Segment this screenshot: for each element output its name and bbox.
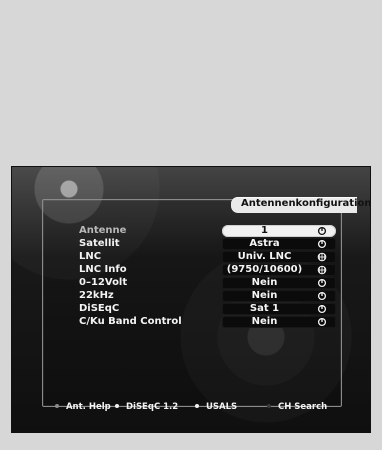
- lnc-value: Univ. LNC: [237, 251, 292, 262]
- red-button-icon: [55, 404, 59, 408]
- power-symbol-icon: [317, 226, 327, 236]
- menu-row-diseqc[interactable]: DiSEqC Sat 1: [79, 303, 339, 315]
- help-item-label: CH Search: [277, 402, 328, 412]
- menu-row-label: C/Ku Band Control: [79, 316, 182, 327]
- menu-row-lnc-info[interactable]: LNC Info (9750/10600): [79, 264, 339, 276]
- c-ku-band-control-value-field[interactable]: Nein: [222, 316, 336, 328]
- c-ku-band-control-value: Nein: [251, 316, 278, 327]
- menu-row-lnc[interactable]: LNC Univ. LNC: [79, 251, 339, 263]
- lnc-value-field[interactable]: Univ. LNC: [222, 251, 336, 263]
- satellit-value: Astra: [249, 238, 280, 249]
- menu-row-label: LNC: [79, 251, 102, 262]
- help-item-label: USALS: [205, 402, 238, 412]
- help-item-ant-help[interactable]: Ant. Help: [55, 402, 111, 416]
- yellow-button-icon: [195, 404, 199, 408]
- globe-icon: [317, 252, 327, 262]
- menu-row-satellit[interactable]: Satellit Astra: [79, 238, 339, 250]
- power-symbol-icon: [317, 291, 327, 301]
- antenne-value: 1: [261, 225, 268, 236]
- 22khz-value: Nein: [251, 290, 278, 301]
- diseqc-value-field[interactable]: Sat 1: [222, 303, 336, 315]
- diseqc-value: Sat 1: [249, 303, 280, 314]
- 0-12volt-value: Nein: [251, 277, 278, 288]
- globe-icon: [317, 265, 327, 275]
- antenne-value-field[interactable]: 1: [222, 225, 336, 237]
- help-item-diseqc-1-2[interactable]: DiSEqC 1.2: [115, 402, 178, 416]
- 22khz-value-field[interactable]: Nein: [222, 290, 336, 302]
- menu-row-label: 22kHz: [79, 290, 114, 301]
- screenshot-page: Antennenkonfiguration Antenne 1 Satellit…: [0, 0, 382, 450]
- power-symbol-icon: [317, 317, 327, 327]
- menu-row-label: DiSEqC: [79, 303, 120, 314]
- lnc-info-value-field[interactable]: (9750/10600): [222, 264, 336, 276]
- menu-row-label: LNC Info: [79, 264, 127, 275]
- menu-row-antenne[interactable]: Antenne 1: [79, 225, 339, 237]
- menu-row-label: Satellit: [79, 238, 120, 249]
- blue-button-icon: [267, 404, 271, 408]
- help-item-ch-search[interactable]: CH Search: [267, 402, 327, 416]
- tv-screen: Antennenkonfiguration Antenne 1 Satellit…: [11, 166, 372, 433]
- satellit-value-field[interactable]: Astra: [222, 238, 336, 250]
- menu-row-c-ku-band-control[interactable]: C/Ku Band Control Nein: [79, 316, 339, 328]
- menu-row-22khz[interactable]: 22kHz Nein: [79, 290, 339, 302]
- power-symbol-icon: [317, 304, 327, 314]
- menu-row-0-12volt[interactable]: 0–12Volt Nein: [79, 277, 339, 289]
- green-button-icon: [115, 404, 119, 408]
- power-symbol-icon: [317, 239, 327, 249]
- help-item-label: Ant. Help: [65, 402, 111, 412]
- menu-title-bar: Antennenkonfiguration: [231, 197, 372, 213]
- help-item-label: DiSEqC 1.2: [125, 402, 179, 412]
- menu-row-label: 0–12Volt: [79, 277, 128, 288]
- help-item-usals[interactable]: USALS: [195, 402, 237, 416]
- menu-row-label: Antenne: [79, 225, 127, 236]
- 0-12volt-value-field[interactable]: Nein: [222, 277, 336, 289]
- lnc-info-value: (9750/10600): [226, 264, 303, 275]
- menu-title: Antennenkonfiguration: [241, 198, 372, 209]
- help-bar: Ant. Help DiSEqC 1.2 USALS CH Search: [42, 400, 340, 418]
- power-symbol-icon: [317, 278, 327, 288]
